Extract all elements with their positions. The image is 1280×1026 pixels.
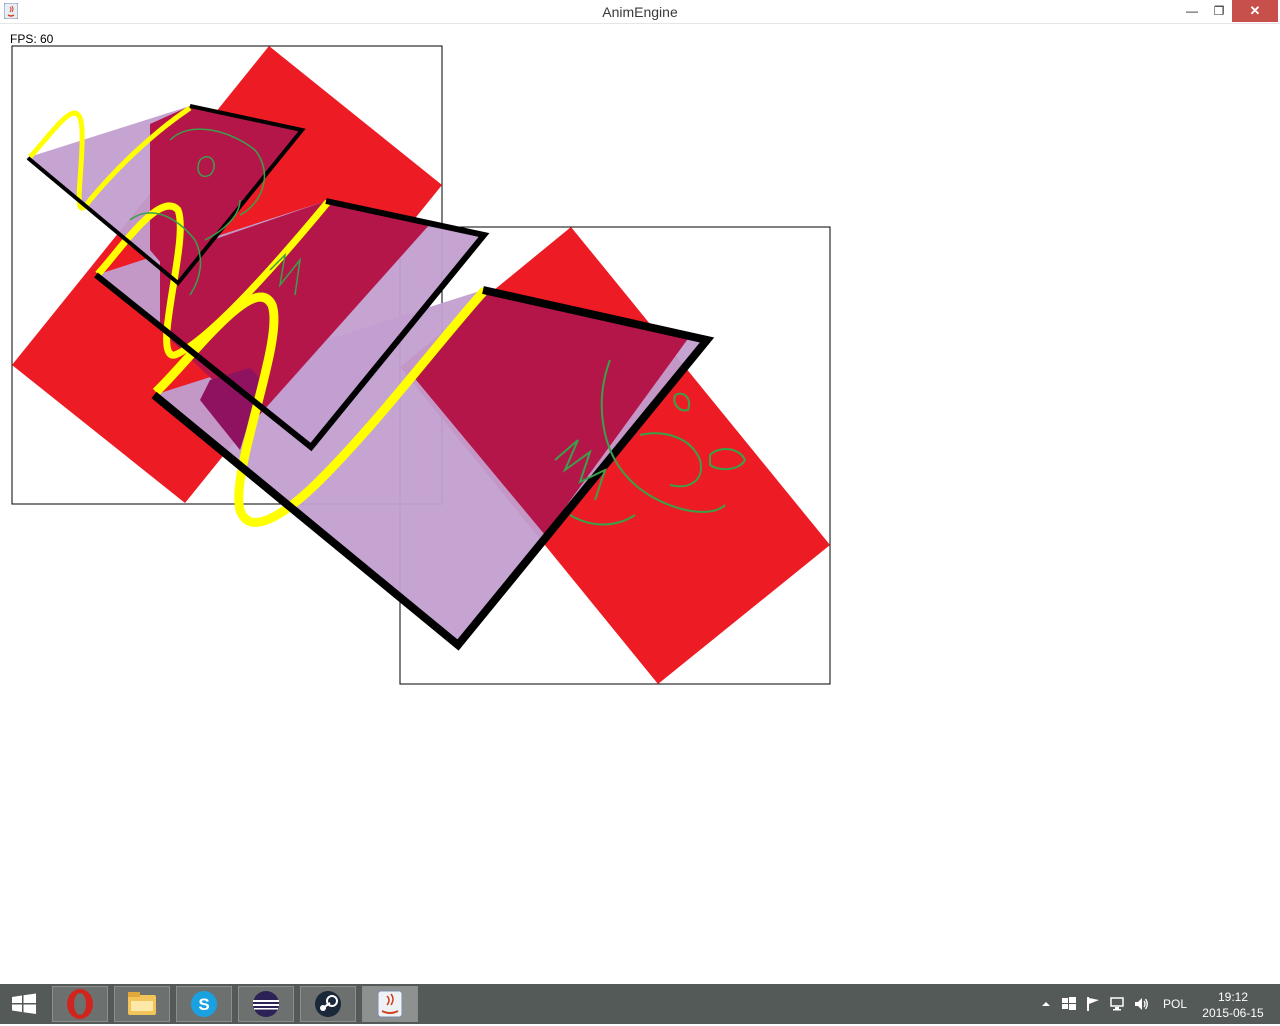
java-icon — [377, 990, 403, 1018]
eclipse-icon — [253, 991, 279, 1017]
show-hidden-icons-chevron[interactable] — [1038, 996, 1054, 1012]
taskbar-file-explorer-button[interactable] — [114, 986, 170, 1022]
window-title-bar[interactable]: AnimEngine — ❐ ✕ — [0, 0, 1280, 24]
minimize-button[interactable]: — — [1178, 0, 1206, 22]
skype-icon: S — [191, 991, 217, 1017]
windows-start-icon[interactable] — [0, 984, 48, 1024]
clock-time: 19:12 — [1217, 990, 1249, 1004]
network-icon[interactable] — [1109, 996, 1125, 1012]
taskbar-skype-button[interactable]: S — [176, 986, 232, 1022]
action-flag-icon[interactable] — [1085, 996, 1101, 1012]
taskbar-steam-button[interactable] — [300, 986, 356, 1022]
input-language-indicator[interactable]: POL — [1163, 997, 1187, 1011]
file-explorer-icon — [128, 992, 156, 1015]
animation-canvas[interactable]: FPS: 60 — [0, 24, 1280, 984]
restore-button[interactable]: ❐ — [1205, 0, 1233, 22]
taskbar-clock[interactable]: 19:12 2015-06-15 — [1196, 989, 1270, 1021]
clock-date: 2015-06-15 — [1202, 1006, 1264, 1020]
windows-flag-icon[interactable] — [1061, 996, 1077, 1012]
taskbar-opera-button[interactable] — [52, 986, 108, 1022]
opera-icon — [67, 989, 93, 1019]
taskbar-java-button[interactable] — [362, 986, 418, 1022]
animation-scene — [11, 45, 831, 685]
steam-icon — [315, 991, 341, 1017]
taskbar-eclipse-button[interactable] — [238, 986, 294, 1022]
windows-taskbar: S POL 19:12 2015-06-15 — [0, 984, 1280, 1024]
close-button[interactable]: ✕ — [1232, 0, 1278, 22]
window-title: AnimEngine — [602, 4, 678, 20]
volume-icon[interactable] — [1133, 996, 1149, 1012]
svg-text:S: S — [198, 995, 209, 1014]
